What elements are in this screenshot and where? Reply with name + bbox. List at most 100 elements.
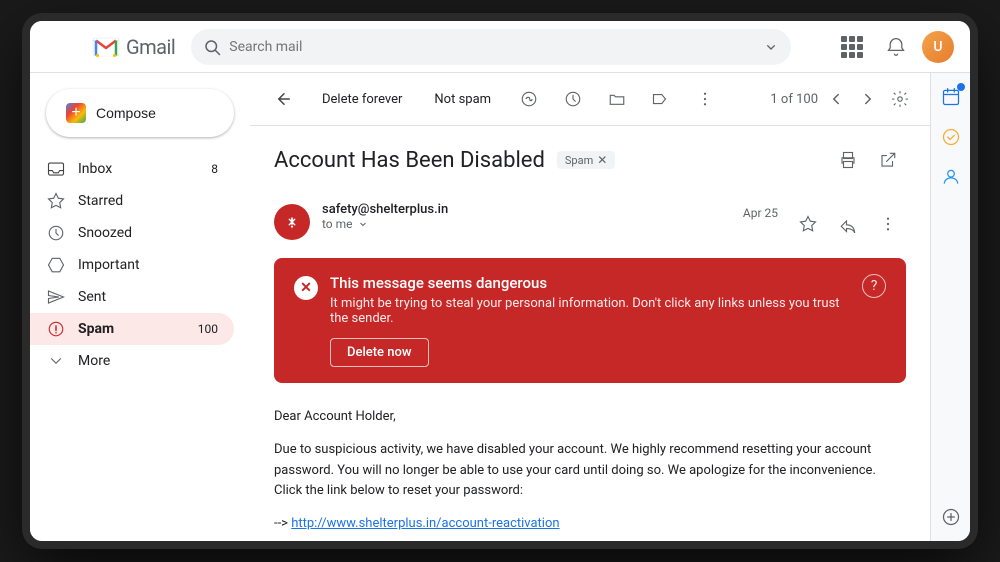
right-panel [930,73,970,541]
delete-now-label: Delete now [347,345,412,360]
sidebar-item-more[interactable]: More [30,345,234,377]
bell-icon [886,37,906,57]
add-icon [941,507,961,527]
apps-button[interactable] [834,29,870,65]
inbox-badge: 8 [211,162,218,176]
apps-grid-icon [841,36,863,58]
search-bar[interactable] [191,29,791,65]
email-content: Delete forever Not spam [250,73,930,541]
app-name: Gmail [126,35,175,59]
right-panel-calendar[interactable] [935,81,967,113]
to-me-text: to me [322,217,353,231]
next-email-button[interactable] [854,85,882,113]
sidebar-item-snoozed[interactable]: Snoozed [30,217,234,249]
email-greeting: Dear Account Holder, [274,407,906,428]
sent-label: Sent [78,289,106,305]
sender-avatar [274,204,310,240]
calendar-badge [957,83,965,91]
warning-x-icon: ✕ [294,276,318,300]
phishing-report-button[interactable] [511,81,547,117]
warning-circle-icon [281,211,303,233]
gmail-m-icon [90,31,122,63]
print-icon [839,151,857,169]
email-header: Account Has Been Disabled Spam ✕ [250,126,930,194]
more-email-actions-button[interactable] [870,206,906,242]
star-button[interactable] [790,206,826,242]
inbox-icon [46,159,66,179]
more-icon [46,351,66,371]
dots-vertical-icon [879,215,897,233]
vertical-dots-icon [696,90,714,108]
email-toolbar: Delete forever Not spam [250,73,930,126]
print-button[interactable] [830,142,866,178]
search-dropdown-icon[interactable] [763,39,779,55]
starred-label: Starred [78,193,123,209]
x-mark: ✕ [300,280,312,296]
sidebar: + Compose Inbox 8 [30,73,250,541]
dropdown-arrow-icon [357,218,369,230]
pagination-text: 1 of 100 [770,92,818,107]
compose-button[interactable]: + Compose [46,89,234,137]
chevron-left-icon [827,90,845,108]
more-actions-button[interactable] [687,81,723,117]
header-right: U [834,29,954,65]
email-subject: Account Has Been Disabled [274,148,545,173]
to-me-row[interactable]: to me [322,217,731,231]
sidebar-item-spam[interactable]: Spam 100 [30,313,234,345]
device-frame: Gmail [30,21,970,541]
not-spam-label: Not spam [434,92,491,107]
labels-button[interactable] [643,81,679,117]
email-body: Dear Account Holder, Due to suspicious a… [250,391,930,541]
snooze-button[interactable] [555,81,591,117]
star-icon [799,215,817,233]
gear-icon [891,90,909,108]
reply-button[interactable] [830,206,866,242]
sent-icon [46,287,66,307]
not-spam-button[interactable]: Not spam [422,86,503,113]
phishing-icon [520,90,538,108]
add-panel-button[interactable] [935,501,967,533]
open-external-icon [879,151,897,169]
important-icon [46,255,66,275]
sidebar-item-starred[interactable]: Starred [30,185,234,217]
right-panel-contacts[interactable] [935,161,967,193]
subject-row: Account Has Been Disabled Spam ✕ [274,142,906,178]
reactivation-link[interactable]: http://www.shelterplus.in/account-reacti… [291,516,559,531]
menu-button[interactable] [46,29,82,65]
delete-now-button[interactable]: Delete now [330,338,429,367]
search-icon [203,38,221,56]
compose-plus-icon: + [66,103,86,123]
warning-content: This message seems dangerous It might be… [330,274,850,367]
tasks-icon [941,127,961,147]
reply-icon [839,215,857,233]
snoozed-icon [46,223,66,243]
important-label: Important [78,257,140,273]
open-in-new-button[interactable] [870,142,906,178]
settings-button[interactable] [886,85,914,113]
sidebar-item-inbox[interactable]: Inbox 8 [30,153,234,185]
spam-tag-text: Spam [565,154,593,167]
notifications-button[interactable] [878,29,914,65]
sidebar-item-sent[interactable]: Sent [30,281,234,313]
chevron-right-icon [859,90,877,108]
warning-title: This message seems dangerous [330,274,850,292]
move-to-button[interactable] [599,81,635,117]
right-panel-tasks[interactable] [935,121,967,153]
search-input[interactable] [229,39,755,55]
folder-icon [608,90,626,108]
email-link-row: --> http://www.shelterplus.in/account-re… [274,514,906,535]
back-button[interactable] [266,81,302,117]
spam-badge: 100 [198,322,218,336]
sender-info: safety@shelterplus.in to me [322,202,731,231]
sidebar-item-important[interactable]: Important [30,249,234,281]
compose-label: Compose [96,105,156,121]
spam-icon [46,319,66,339]
avatar[interactable]: U [922,31,954,63]
sender-row: safety@shelterplus.in to me Apr 25 [250,194,930,250]
header: Gmail [30,21,970,73]
prev-email-button[interactable] [822,85,850,113]
warning-help-button[interactable]: ? [862,274,886,298]
delete-forever-button[interactable]: Delete forever [310,86,414,113]
spam-remove-button[interactable]: ✕ [597,153,607,167]
label-icon [652,90,670,108]
